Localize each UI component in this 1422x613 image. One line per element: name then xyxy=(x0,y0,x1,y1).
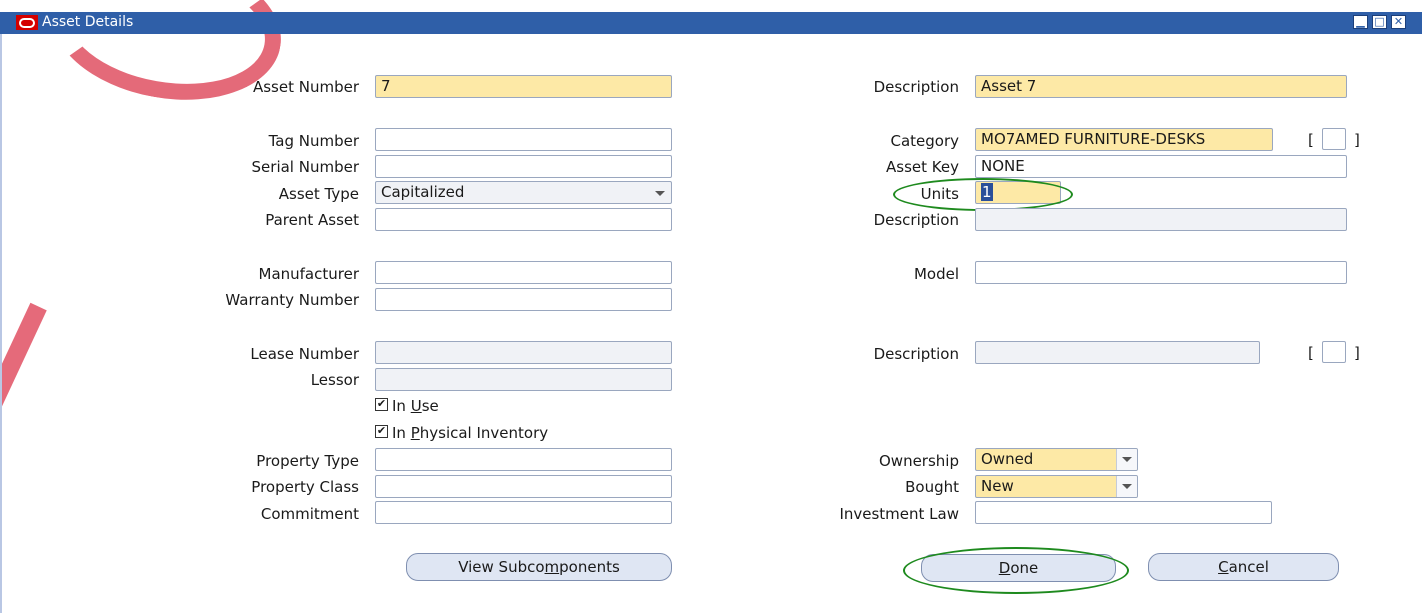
commitment-label: Commitment xyxy=(260,505,359,523)
bought-label: Bought xyxy=(905,478,959,496)
asset-number-field[interactable]: 7 xyxy=(375,75,672,98)
lessor-field[interactable] xyxy=(375,368,672,391)
serial-number-label: Serial Number xyxy=(251,158,359,176)
flexfield-bracket-open: [ xyxy=(1308,131,1314,149)
ownership-select[interactable]: Owned xyxy=(975,448,1138,471)
flexfield-bracket-open: [ xyxy=(1308,344,1314,362)
flexfield-bracket-close: ] xyxy=(1354,344,1360,362)
window-title-bar: Asset Details ▁ □ ✕ xyxy=(0,12,1422,34)
background-stroke xyxy=(0,302,47,438)
investment-law-field[interactable] xyxy=(975,501,1272,524)
in-use-checkbox[interactable]: ✔ In Use xyxy=(375,397,439,415)
bought-value: New xyxy=(981,477,1014,495)
cancel-button[interactable]: Cancel xyxy=(1148,553,1339,581)
asset-key-label: Asset Key xyxy=(886,158,959,176)
check-icon[interactable]: ✔ xyxy=(375,425,388,438)
lease-description-label: Description xyxy=(873,345,959,363)
category-description-label: Description xyxy=(873,211,959,229)
bought-select[interactable]: New xyxy=(975,475,1138,498)
lessor-label: Lessor xyxy=(310,371,359,389)
check-icon[interactable]: ✔ xyxy=(375,398,388,411)
asset-type-label: Asset Type xyxy=(278,185,359,203)
warranty-number-field[interactable] xyxy=(375,288,672,311)
property-type-field[interactable] xyxy=(375,448,672,471)
units-label: Units xyxy=(920,185,959,203)
minimize-icon[interactable]: ▁ xyxy=(1353,15,1368,29)
parent-asset-label: Parent Asset xyxy=(265,211,359,229)
asset-key-field[interactable]: NONE xyxy=(975,155,1347,178)
units-value: 1 xyxy=(981,183,993,201)
maximize-icon[interactable]: □ xyxy=(1372,15,1387,29)
asset-type-value: Capitalized xyxy=(381,183,465,201)
lease-flexfield-button[interactable] xyxy=(1322,341,1346,363)
chevron-down-icon[interactable] xyxy=(1116,476,1137,497)
window-title: Asset Details xyxy=(42,14,134,30)
category-field[interactable]: MO7AMED FURNITURE-DESKS xyxy=(975,128,1273,151)
parent-asset-field[interactable] xyxy=(375,208,672,231)
flexfield-bracket-close: ] xyxy=(1354,131,1360,149)
serial-number-field[interactable] xyxy=(375,155,672,178)
property-class-label: Property Class xyxy=(251,478,359,496)
manufacturer-label: Manufacturer xyxy=(258,265,360,283)
category-label: Category xyxy=(890,132,959,150)
units-field[interactable]: 1 xyxy=(975,181,1061,204)
oracle-logo-icon xyxy=(16,15,38,30)
asset-type-select[interactable]: Capitalized xyxy=(375,181,672,204)
lease-description-field[interactable] xyxy=(975,341,1260,364)
lease-number-field[interactable] xyxy=(375,341,672,364)
manufacturer-field[interactable] xyxy=(375,261,672,284)
window-border xyxy=(0,34,2,613)
warranty-number-label: Warranty Number xyxy=(225,291,359,309)
ownership-value: Owned xyxy=(981,450,1034,468)
tag-number-field[interactable] xyxy=(375,128,672,151)
model-label: Model xyxy=(913,265,959,283)
model-field[interactable] xyxy=(975,261,1347,284)
ownership-label: Ownership xyxy=(879,452,959,470)
category-flexfield-button[interactable] xyxy=(1322,128,1346,150)
done-button[interactable]: Done xyxy=(921,554,1116,582)
investment-law-label: Investment Law xyxy=(839,505,959,523)
property-class-field[interactable] xyxy=(375,475,672,498)
property-type-label: Property Type xyxy=(256,452,359,470)
view-subcomponents-button[interactable]: View Subcomponents xyxy=(406,553,672,581)
commitment-field[interactable] xyxy=(375,501,672,524)
lease-number-label: Lease Number xyxy=(250,345,359,363)
tag-number-label: Tag Number xyxy=(268,132,359,150)
in-physical-inventory-checkbox[interactable]: ✔ In Physical Inventory xyxy=(375,424,548,442)
category-description-field[interactable] xyxy=(975,208,1347,231)
close-icon[interactable]: ✕ xyxy=(1391,15,1406,29)
description-label: Description xyxy=(873,78,959,96)
chevron-down-icon[interactable] xyxy=(1116,449,1137,470)
asset-number-label: Asset Number xyxy=(252,78,359,96)
description-field[interactable]: Asset 7 xyxy=(975,75,1347,98)
